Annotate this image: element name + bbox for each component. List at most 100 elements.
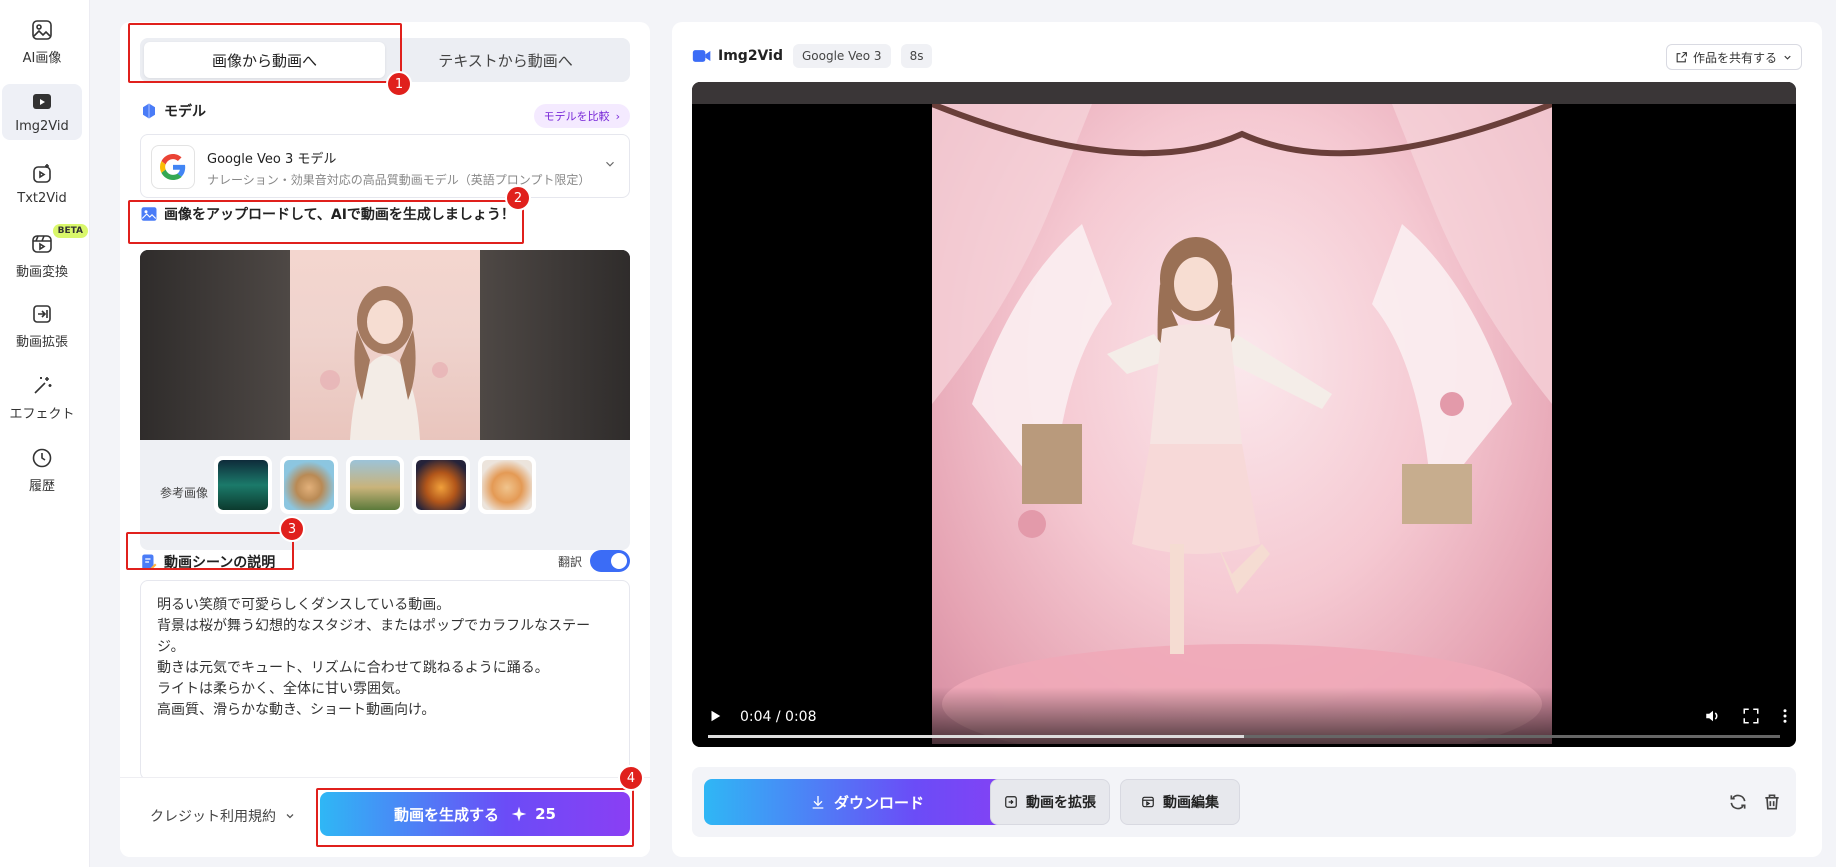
nav-item-video-extend[interactable]: 動画拡張 <box>2 298 82 354</box>
description-line: ライトは柔らかく、全体に甘い雰囲気。 <box>157 681 409 697</box>
tab-text-to-video[interactable]: テキストから動画へ <box>385 42 626 78</box>
extend-icon <box>1005 796 1017 808</box>
annotation-badge-4: 4 <box>618 765 644 791</box>
more-options-icon[interactable] <box>1776 707 1794 725</box>
model-chip: Google Veo 3 <box>792 44 891 68</box>
video-progress-bar[interactable] <box>708 735 1780 738</box>
nav-item-label: エフェクト <box>9 407 75 422</box>
google-logo-icon <box>151 145 195 189</box>
share-icon <box>1676 51 1687 62</box>
credit-terms-label: クレジット利用規約 <box>150 809 276 825</box>
trash-icon[interactable] <box>1762 792 1782 812</box>
video-frame <box>930 101 1554 747</box>
translate-label: 翻訳 <box>557 554 582 569</box>
nav-item-img2vid[interactable]: Img2Vid <box>2 84 82 140</box>
reference-thumbnail-rider[interactable] <box>346 456 404 514</box>
share-label: 作品を共有する <box>1692 50 1777 65</box>
nav-item-label: Img2Vid <box>15 119 69 134</box>
video-player[interactable]: 0:04 / 0:08 <box>692 82 1796 747</box>
regenerate-icon[interactable] <box>1728 792 1748 812</box>
result-panel: Img2Vid Google Veo 3 8s 作品を共有する 0:04 / 0… <box>672 22 1822 857</box>
video-time: 0:04 / 0:08 <box>740 709 817 725</box>
reference-thumbnail-cat[interactable] <box>478 456 536 514</box>
duration-chip: 8s <box>900 44 933 68</box>
reference-thumbnail-aurora[interactable] <box>214 456 272 514</box>
result-actions: ダウンロード 動画を拡張 動画編集 <box>692 767 1796 837</box>
model-section-title: モデル <box>140 101 206 121</box>
volume-icon[interactable] <box>1704 707 1722 725</box>
generation-panel: 画像から動画へ テキストから動画へ モデル モデルを比較 › Google Ve… <box>120 22 650 857</box>
description-line: 明るい笑顔で可愛らしくダンスしている動画。 <box>157 597 451 613</box>
video-controls: 0:04 / 0:08 <box>692 687 1796 747</box>
annotation-badge-3: 3 <box>279 516 305 542</box>
play-icon[interactable] <box>708 709 722 723</box>
edit-video-button[interactable]: 動画編集 <box>1120 779 1240 825</box>
fullscreen-icon[interactable] <box>1742 707 1760 725</box>
generate-video-button[interactable]: 動画を生成する 25 <box>320 792 630 836</box>
nav-item-ai-image[interactable]: AI画像 <box>2 14 82 70</box>
edit-document-icon <box>142 554 157 570</box>
edit-video-icon <box>1142 796 1154 808</box>
description-section-label: 動画シーンの説明 <box>164 555 276 571</box>
mode-tabs: 画像から動画へ テキストから動画へ <box>140 38 630 82</box>
nav-item-effects[interactable]: エフェクト <box>2 370 82 426</box>
credit-terms-dropdown[interactable]: クレジット利用規約 <box>150 806 296 826</box>
nav-item-label: 動画拡張 <box>15 335 68 350</box>
panel-footer: クレジット利用規約 動画を生成する 25 <box>120 777 650 857</box>
description-line: 背景は桜が舞う幻想的なスタジオ、またはポップでカラフルなステー <box>157 618 591 634</box>
model-name: Google Veo 3 モデル <box>207 152 337 167</box>
nav-item-label: 動画変換 <box>15 265 68 280</box>
translate-toggle[interactable] <box>590 550 630 572</box>
uploaded-image-preview <box>140 250 630 440</box>
chevron-down-icon <box>606 161 614 167</box>
sparkle-icon <box>511 806 527 822</box>
nav-item-label: 履歴 <box>28 479 55 494</box>
compare-models-button[interactable]: モデルを比較 › <box>533 104 630 128</box>
reference-thumbnail-hamster[interactable] <box>280 456 338 514</box>
model-select[interactable]: Google Veo 3 モデル ナレーション・効果音対応の高品質動画モデル（英… <box>140 134 630 198</box>
upload-section-label: 画像をアップロードして、AIで動画を生成しましょう！ <box>164 207 515 223</box>
download-label: ダウンロード <box>833 793 924 812</box>
beta-badge: BETA <box>52 224 88 238</box>
upload-image-icon <box>141 207 157 221</box>
reference-images-label: 参考画像 <box>160 486 209 500</box>
description-section-title: 動画シーンの説明 <box>140 552 275 572</box>
image-upload-area[interactable]: 参考画像 <box>140 250 630 550</box>
nav-item-history[interactable]: 履歴 <box>2 442 82 498</box>
result-header: Img2Vid Google Veo 3 8s <box>692 44 933 68</box>
magic-wand-icon <box>34 377 52 394</box>
share-work-button[interactable]: 作品を共有する <box>1665 44 1802 70</box>
nav-item-label: AI画像 <box>22 51 62 66</box>
history-icon <box>32 448 52 468</box>
extend-video-label: 動画を拡張 <box>1026 795 1096 811</box>
nav-item-video-convert[interactable]: BETA 動画変換 <box>2 224 88 284</box>
nav-item-label: Txt2Vid <box>17 191 67 206</box>
download-icon <box>812 796 824 809</box>
model-section-label: モデル <box>164 104 206 120</box>
app-name: Img2Vid <box>718 48 783 64</box>
video-extend-icon <box>33 305 51 323</box>
tab-image-to-video[interactable]: 画像から動画へ <box>144 42 385 78</box>
generate-video-label: 動画を生成する <box>394 805 500 824</box>
scene-description-textarea[interactable]: 明るい笑顔で可愛らしくダンスしている動画。 背景は桜が舞う幻想的なスタジオ、また… <box>140 580 630 780</box>
model-icon <box>143 103 155 119</box>
video-progress-fill <box>708 735 1244 738</box>
video-convert-icon <box>32 235 52 253</box>
description-line: ジ。 <box>157 639 185 655</box>
download-button[interactable]: ダウンロード <box>704 779 1030 825</box>
chevron-right-icon: › <box>615 109 620 123</box>
description-line: 高画質、滑らかな動き、ショート動画向け。 <box>157 702 436 718</box>
credit-cost: 25 <box>535 805 556 823</box>
model-description: ナレーション・効果音対応の高品質動画モデル（英語プロンプト限定） <box>207 173 591 187</box>
translate-toggle-group: 翻訳 <box>558 550 630 572</box>
description-header: 動画シーンの説明 翻訳 <box>140 546 630 576</box>
left-navigation: AI画像 Img2Vid Txt2Vid BETA 動画変換 動画拡張 エフェク… <box>0 0 90 867</box>
upload-section-title: 画像をアップロードして、AIで動画を生成しましょう！ <box>140 204 515 224</box>
extend-video-button[interactable]: 動画を拡張 <box>990 779 1110 825</box>
chevron-down-icon <box>286 814 294 819</box>
video-camera-icon <box>692 50 711 62</box>
txt2vid-icon <box>33 164 51 183</box>
nav-item-txt2vid[interactable]: Txt2Vid <box>2 156 82 212</box>
image-icon <box>32 20 52 40</box>
reference-thumbnail-perfume[interactable] <box>412 456 470 514</box>
